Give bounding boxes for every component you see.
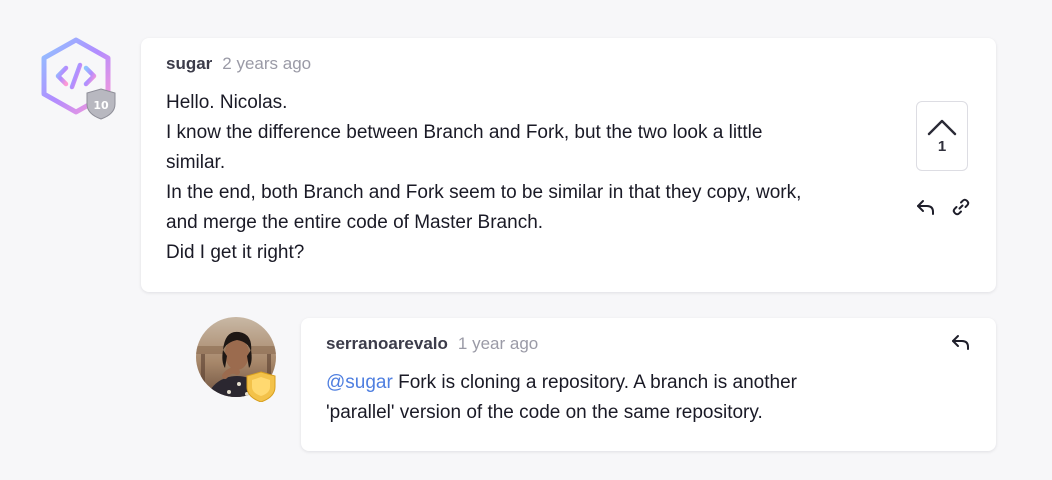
reply-icon	[952, 335, 969, 350]
mention-link[interactable]: @sugar	[326, 372, 393, 393]
level-shield-badge: 10	[86, 88, 116, 120]
reply-line: @sugar Fork is cloning a repository. A b…	[326, 368, 946, 398]
comment-line: In the end, both Branch and Fork seem to…	[166, 182, 802, 203]
reply-to-reply-button[interactable]	[949, 330, 973, 354]
avatar-photo	[196, 317, 276, 403]
commenter-avatar[interactable]: 10	[38, 36, 118, 120]
comment-meta: sugar 2 years ago	[166, 54, 311, 74]
reply-time: 1 year ago	[457, 334, 539, 353]
reply-line-rest: Fork is cloning a repository. A branch i…	[392, 372, 797, 393]
reply-meta: serranoarevalo 1 year ago	[326, 334, 538, 354]
comment-time: 2 years ago	[222, 54, 312, 73]
reply-line: 'parallel' version of the code on the sa…	[326, 402, 763, 423]
comment-line: similar.	[166, 152, 226, 173]
comment-line: Did I get it right?	[166, 242, 305, 263]
code-hexagon-icon: 10	[41, 37, 116, 120]
reply-icon	[917, 200, 934, 215]
comment-card: sugar 2 years ago Hello. Nicolas. I know…	[141, 38, 996, 292]
comment-line: and merge the entire code of Master Bran…	[166, 212, 544, 233]
reply-card: serranoarevalo 1 year ago @sugar Fork is…	[301, 318, 996, 451]
copy-link-button[interactable]	[949, 195, 973, 219]
link-icon	[952, 198, 970, 216]
comment-line: I know the difference between Branch and…	[166, 122, 763, 143]
gold-shield-badge	[246, 371, 276, 403]
comment-body: Hello. Nicolas. I know the difference be…	[166, 88, 886, 268]
level-badge-text: 10	[93, 99, 109, 112]
reply-author[interactable]: serranoarevalo	[326, 334, 448, 354]
upvote-button[interactable]: 1	[916, 101, 968, 171]
upvote-count: 1	[937, 137, 947, 155]
comment-author[interactable]: sugar	[166, 54, 212, 74]
replier-avatar[interactable]	[195, 316, 279, 403]
comment-line: Hello. Nicolas.	[166, 92, 288, 113]
chevron-up-icon	[927, 119, 957, 135]
reply-button[interactable]	[914, 195, 938, 219]
reply-body: @sugar Fork is cloning a repository. A b…	[326, 368, 946, 428]
